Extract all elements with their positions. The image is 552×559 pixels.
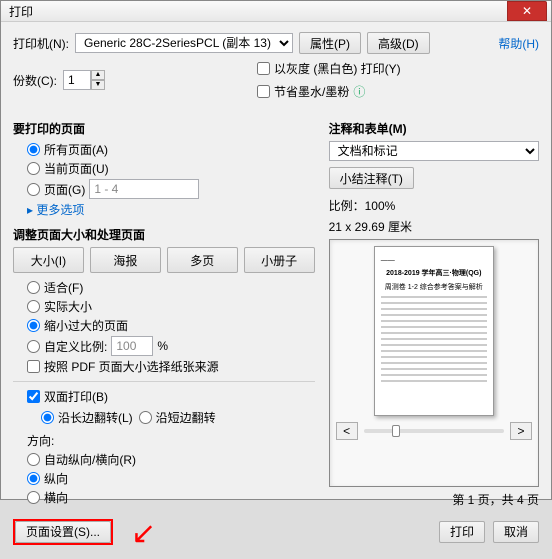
annot-select[interactable]: 文档和标记 (329, 141, 539, 161)
title-bar: 打印 ✕ (1, 1, 551, 22)
printer-row: 打印机(N): Generic 28C-2SeriesPCL (副本 13) 属… (13, 32, 539, 54)
custom-scale-radio[interactable]: 自定义比例: % (27, 336, 315, 356)
size-group-title: 调整页面大小和处理页面 (13, 226, 315, 243)
printer-label: 打印机(N): (13, 35, 69, 52)
paper-source-check[interactable]: 按照 PDF 页面大小选择纸张来源 (27, 358, 315, 375)
dialog-body: 打印机(N): Generic 28C-2SeriesPCL (副本 13) 属… (1, 22, 551, 559)
spin-down-icon[interactable]: ▼ (91, 80, 105, 90)
page-range-input[interactable] (89, 179, 199, 199)
copies-spinner[interactable]: ▲▼ (63, 70, 105, 90)
actual-size-radio[interactable]: 实际大小 (27, 298, 315, 315)
expand-icon: ▸ (27, 203, 36, 217)
copies-row: 份数(C): ▲▼ 以灰度 (黑白色) 打印(Y) 节省墨水/墨粉 ⓘ (13, 58, 539, 102)
landscape-radio[interactable]: 横向 (27, 489, 315, 506)
properties-button[interactable]: 属性(P) (299, 32, 361, 54)
page-setup-button[interactable]: 页面设置(S)... (15, 521, 111, 543)
annot-label: 注释和表单(M) (329, 120, 539, 137)
flip-long-radio[interactable]: 沿长边翻转(L) (41, 409, 133, 426)
multi-tab[interactable]: 多页 (167, 247, 238, 273)
more-options-link[interactable]: 更多选项 (36, 203, 84, 217)
current-page-radio[interactable]: 当前页面(U) (27, 160, 315, 177)
portrait-radio[interactable]: 纵向 (27, 470, 315, 487)
dim-label: 21 x 29.69 厘米 (329, 218, 539, 235)
pages-radio[interactable]: 页面(G) (27, 179, 315, 199)
all-pages-radio[interactable]: 所有页面(A) (27, 141, 315, 158)
window-title: 打印 (5, 3, 507, 20)
summary-button[interactable]: 小结注释(T) (329, 167, 414, 189)
help-link[interactable]: 帮助(H) (498, 35, 539, 52)
scale-label: 比例：100% (329, 197, 539, 214)
booklet-tab[interactable]: 小册子 (244, 247, 315, 273)
copies-label: 份数(C): (13, 72, 57, 89)
custom-scale-input[interactable] (111, 336, 153, 356)
left-panel: 要打印的页面 所有页面(A) 当前页面(U) 页面(G) ▸ 更多选项 调整页面… (13, 112, 315, 508)
fit-radio[interactable]: 适合(F) (27, 279, 315, 296)
print-button[interactable]: 打印 (439, 521, 485, 543)
duplex-check[interactable]: 双面打印(B) (27, 388, 315, 405)
close-button[interactable]: ✕ (507, 1, 547, 21)
cancel-button[interactable]: 取消 (493, 521, 539, 543)
prev-page-button[interactable]: < (336, 422, 358, 440)
print-dialog: 打印 ✕ 打印机(N): Generic 28C-2SeriesPCL (副本 … (0, 0, 552, 500)
size-tab[interactable]: 大小(I) (13, 247, 84, 273)
save-ink-check[interactable]: 节省墨水/墨粉 ⓘ (257, 83, 401, 100)
auto-orient-radio[interactable]: 自动纵向/横向(R) (27, 451, 315, 468)
right-panel: 注释和表单(M) 文档和标记 小结注释(T) 比例：100% 21 x 29.6… (329, 112, 539, 508)
preview-page: —— 2018-2019 学年高三·物理(QG) 周测卷 1-2 综合参考答案与… (374, 246, 494, 416)
arrow-annotation: ↙ (131, 516, 156, 551)
shrink-radio[interactable]: 缩小过大的页面 (27, 317, 315, 334)
pages-group-title: 要打印的页面 (13, 120, 315, 137)
info-icon: ⓘ (353, 83, 365, 100)
grayscale-check[interactable]: 以灰度 (黑白色) 打印(Y) (257, 60, 401, 77)
preview-pane: —— 2018-2019 学年高三·物理(QG) 周测卷 1-2 综合参考答案与… (329, 239, 539, 487)
spin-up-icon[interactable]: ▲ (91, 70, 105, 80)
next-page-button[interactable]: > (510, 422, 532, 440)
orientation-label: 方向: (27, 432, 315, 449)
copies-input[interactable] (63, 70, 91, 90)
flip-short-radio[interactable]: 沿短边翻转 (139, 409, 216, 426)
advanced-button[interactable]: 高级(D) (367, 32, 430, 54)
footer: 页面设置(S)... ↙ 打印 取消 (13, 514, 539, 549)
poster-tab[interactable]: 海报 (90, 247, 161, 273)
printer-select[interactable]: Generic 28C-2SeriesPCL (副本 13) (75, 33, 293, 53)
page-slider[interactable] (364, 429, 504, 433)
